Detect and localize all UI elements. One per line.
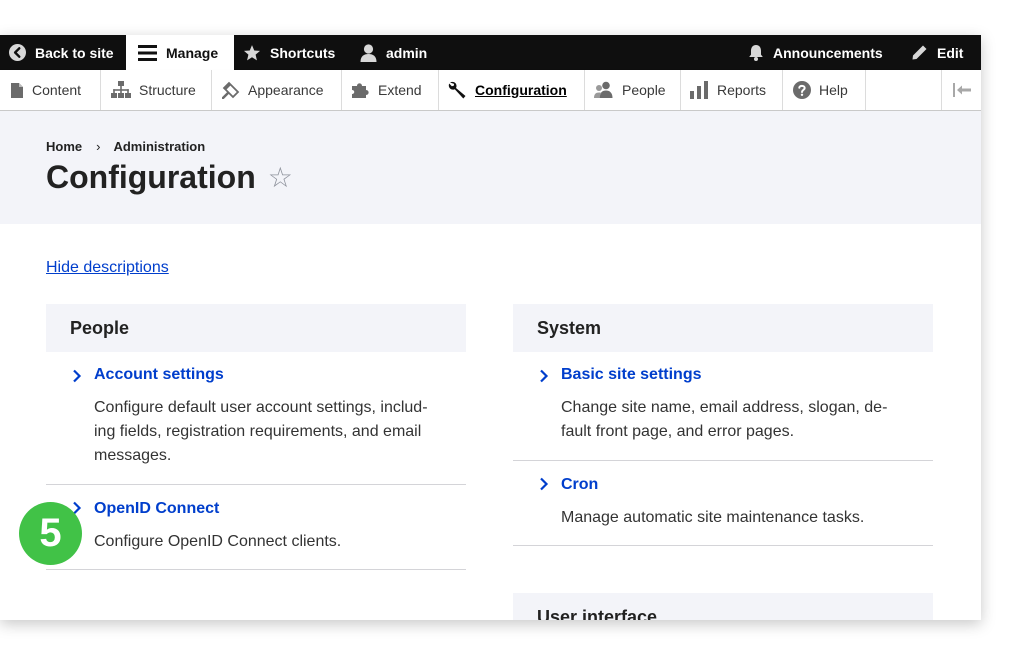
hamburger-icon bbox=[138, 44, 157, 61]
menu-item-reports[interactable]: Reports bbox=[681, 70, 783, 110]
admin-menu-tray: Content Structure Appearance Extend Conf… bbox=[0, 70, 981, 111]
announcements-tab[interactable]: Announcements bbox=[748, 35, 883, 70]
step-number-badge: 5 bbox=[19, 502, 82, 565]
description-line: Configure default user account settings,… bbox=[94, 399, 428, 416]
paintbrush-icon bbox=[222, 81, 240, 99]
user-tab[interactable]: admin bbox=[360, 35, 427, 70]
panel-system: System Basic site settings Change site n… bbox=[513, 304, 933, 546]
collapse-tray-button[interactable] bbox=[941, 70, 981, 110]
openid-connect-description: Configure OpenID Connect clients. bbox=[94, 530, 454, 554]
file-icon bbox=[11, 82, 23, 98]
menu-item-help[interactable]: Help bbox=[783, 70, 866, 110]
shortcut-star-icon[interactable]: ☆ bbox=[268, 161, 293, 194]
menu-item-extend-label: Extend bbox=[378, 82, 422, 98]
panel-people-title: People bbox=[46, 304, 466, 352]
manage-tab[interactable]: Manage bbox=[126, 35, 234, 70]
description-line: Change site name, email address, slogan,… bbox=[561, 399, 888, 416]
back-to-site-link[interactable]: Back to site bbox=[9, 35, 114, 70]
menu-item-people-label: People bbox=[622, 82, 666, 98]
menu-item-help-label: Help bbox=[819, 82, 848, 98]
chevron-right-icon bbox=[540, 477, 549, 491]
back-arrow-icon bbox=[9, 44, 26, 61]
edit-tab[interactable]: Edit bbox=[911, 35, 963, 70]
announcements-label: Announcements bbox=[773, 44, 883, 61]
menu-item-content[interactable]: Content bbox=[0, 70, 101, 110]
menu-item-reports-label: Reports bbox=[717, 82, 767, 98]
description-line: fault front page, and error pages. bbox=[561, 423, 795, 440]
pencil-icon bbox=[912, 45, 927, 60]
account-settings-link[interactable]: Account settings bbox=[94, 366, 224, 384]
manage-label: Manage bbox=[166, 44, 219, 61]
description-line: ing fields, registration requirements, a… bbox=[94, 423, 422, 440]
bell-icon bbox=[749, 45, 763, 61]
basic-site-settings-link[interactable]: Basic site settings bbox=[561, 366, 702, 384]
menu-item-appearance-label: Appearance bbox=[248, 82, 324, 98]
menu-item-people[interactable]: People bbox=[585, 70, 681, 110]
shortcuts-tab[interactable]: Shortcuts bbox=[243, 35, 335, 70]
help-icon bbox=[793, 81, 811, 99]
hide-descriptions-link[interactable]: Hide descriptions bbox=[46, 259, 169, 277]
breadcrumb: Home › Administration bbox=[46, 139, 205, 154]
breadcrumb-home[interactable]: Home bbox=[46, 139, 82, 154]
admin-toolbar: Back to site Manage Shortcuts admin Anno… bbox=[0, 35, 981, 70]
user-icon bbox=[360, 43, 377, 62]
config-item: Account settings Configure default user … bbox=[46, 352, 466, 485]
description-line: Configure OpenID Connect clients. bbox=[94, 533, 342, 550]
panel-people: People Account settings Configure defaul… bbox=[46, 304, 466, 570]
menu-item-structure[interactable]: Structure bbox=[101, 70, 212, 110]
breadcrumb-separator: › bbox=[96, 139, 101, 154]
edit-label: Edit bbox=[937, 44, 964, 61]
breadcrumb-administration[interactable]: Administration bbox=[113, 139, 205, 154]
panel-user-interface-title: User interface bbox=[513, 593, 933, 620]
panel-user-interface: User interface bbox=[513, 593, 933, 620]
wrench-icon bbox=[448, 81, 466, 98]
people-icon bbox=[594, 81, 613, 98]
back-to-site-label: Back to site bbox=[35, 44, 114, 61]
config-item: Basic site settings Change site name, em… bbox=[513, 352, 933, 461]
shortcuts-label: Shortcuts bbox=[270, 44, 336, 61]
basic-site-settings-description: Change site name, email address, slogan,… bbox=[561, 396, 921, 444]
chevron-right-icon bbox=[73, 369, 82, 383]
config-item: Cron Manage automatic site maintenance t… bbox=[513, 461, 933, 546]
cron-description: Manage automatic site maintenance tasks. bbox=[561, 506, 921, 530]
account-settings-description: Configure default user account settings,… bbox=[94, 396, 454, 468]
menu-item-extend[interactable]: Extend bbox=[342, 70, 439, 110]
cron-link[interactable]: Cron bbox=[561, 476, 598, 494]
bar-chart-icon bbox=[690, 81, 708, 99]
menu-item-configuration-label: Configuration bbox=[475, 82, 567, 98]
openid-connect-link[interactable]: OpenID Connect bbox=[94, 500, 219, 518]
config-item: OpenID Connect Configure OpenID Connect … bbox=[46, 485, 466, 570]
browser-frame: Back to site Manage Shortcuts admin Anno… bbox=[0, 35, 981, 620]
menu-item-content-label: Content bbox=[32, 82, 82, 98]
star-icon bbox=[243, 44, 261, 60]
menu-item-appearance[interactable]: Appearance bbox=[212, 70, 342, 110]
puzzle-icon bbox=[352, 83, 369, 98]
user-label: admin bbox=[386, 44, 428, 61]
page-title-row: Configuration ☆ bbox=[46, 159, 293, 196]
menu-item-structure-label: Structure bbox=[139, 82, 196, 98]
collapse-arrow-icon bbox=[952, 83, 971, 97]
page-title: Configuration bbox=[46, 159, 256, 195]
description-line: Manage automatic site maintenance tasks. bbox=[561, 509, 865, 526]
page-header: Home › Administration Configuration ☆ bbox=[0, 111, 981, 224]
panel-system-title: System bbox=[513, 304, 933, 352]
sitemap-icon bbox=[111, 81, 131, 98]
menu-item-configuration[interactable]: Configuration bbox=[439, 70, 585, 110]
description-line: messages. bbox=[94, 447, 172, 464]
chevron-right-icon bbox=[540, 369, 549, 383]
